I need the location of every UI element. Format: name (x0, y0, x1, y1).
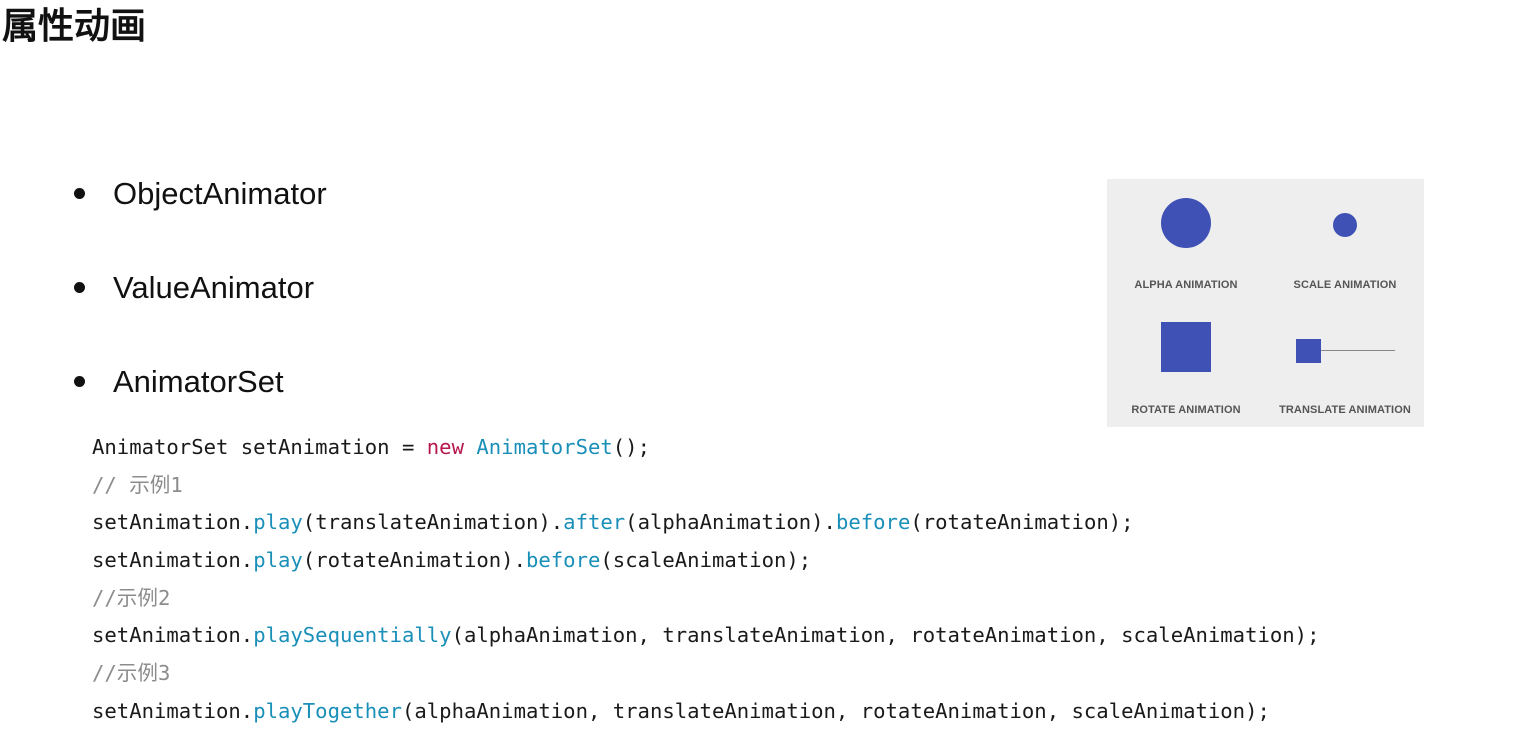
code-text: (rotateAnimation); (910, 510, 1134, 535)
bullet-icon (74, 188, 85, 199)
code-method: play (253, 548, 303, 573)
code-comment-line: //示例3 (92, 655, 1319, 693)
code-line: setAnimation.play(translateAnimation).af… (92, 504, 1319, 542)
alpha-animation-caption: ALPHA ANIMATION (1134, 279, 1238, 291)
translate-track-line (1321, 350, 1395, 351)
code-text: setAnimation. (92, 698, 254, 723)
animation-type-list: ObjectAnimator ValueAnimator AnimatorSet (72, 172, 327, 454)
code-text: (alphaAnimation, translateAnimation, rot… (401, 698, 1270, 723)
code-line: setAnimation.playSequentially(alphaAnima… (92, 617, 1319, 655)
code-text: (scaleAnimation); (600, 548, 812, 573)
code-text: (alphaAnimation, translateAnimation, rot… (451, 623, 1320, 648)
rotate-square-shape (1161, 322, 1211, 372)
code-text: setAnimation. (92, 548, 254, 573)
code-text: (translateAnimation). (302, 510, 564, 535)
code-method: playSequentially (253, 623, 452, 648)
code-line: setAnimation.play(rotateAnimation).befor… (92, 542, 1319, 580)
code-method: play (253, 510, 303, 535)
scale-animation-caption: SCALE ANIMATION (1293, 279, 1397, 291)
code-text: setAnimation. (92, 623, 254, 648)
code-method: after (563, 510, 626, 535)
code-text: AnimatorSet setAnimation = (92, 435, 427, 459)
code-comment: //示例2 (92, 585, 171, 610)
code-method: AnimatorSet (476, 435, 613, 459)
list-item: ValueAnimator (72, 266, 327, 360)
alpha-circle-shape (1161, 198, 1211, 248)
code-text: (rotateAnimation). (302, 548, 526, 573)
animation-types-figure: ALPHA ANIMATION SCALE ANIMATION ROTATE A… (1107, 179, 1424, 427)
code-comment-line: //示例2 (92, 580, 1319, 618)
scale-circle-shape (1333, 213, 1357, 237)
code-line: AnimatorSet setAnimation = new AnimatorS… (92, 429, 1319, 467)
translate-animation-caption: TRANSLATE ANIMATION (1279, 404, 1411, 416)
code-method: before (525, 548, 601, 573)
translate-square-shape (1296, 339, 1321, 363)
bullet-icon (74, 282, 85, 293)
code-line: setAnimation.playTogether(alphaAnimation… (92, 693, 1319, 731)
code-method: playTogether (253, 698, 402, 723)
code-text: setAnimation. (92, 510, 254, 535)
rotate-animation-caption: ROTATE ANIMATION (1131, 404, 1241, 416)
list-item-label: AnimatorSet (113, 364, 284, 399)
code-block: AnimatorSet setAnimation = new AnimatorS… (92, 429, 1319, 731)
code-text: (alphaAnimation). (625, 510, 836, 535)
bullet-icon (74, 376, 85, 387)
list-item-label: ValueAnimator (113, 270, 315, 305)
code-comment-line: // 示例1 (92, 467, 1319, 505)
code-keyword: new (426, 435, 464, 459)
code-method: before (835, 510, 911, 535)
code-comment: // 示例1 (92, 472, 183, 497)
list-item: ObjectAnimator (72, 172, 327, 266)
list-item-label: ObjectAnimator (113, 176, 327, 211)
code-comment: //示例3 (92, 661, 171, 686)
page-title: 属性动画 (2, 6, 147, 47)
code-text: (); (612, 435, 650, 459)
